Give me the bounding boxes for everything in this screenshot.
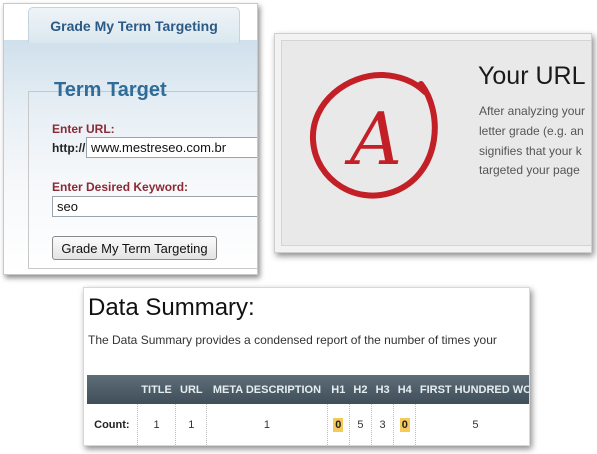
column-header: TITLE [137, 375, 176, 404]
url-prefix: http:// [52, 141, 86, 155]
keyword-label: Enter Desired Keyword: [52, 180, 189, 194]
data-summary-intro: The Data Summary provides a condensed re… [88, 333, 497, 347]
data-summary-panel: Data Summary: The Data Summary provides … [83, 287, 530, 446]
fieldset-legend: Term Target [54, 79, 167, 101]
url-grade-panel: A Your URL After analyzing your letter g… [274, 33, 592, 253]
column-header [87, 375, 138, 404]
url-label: Enter URL: [52, 122, 115, 136]
grade-desc-line: targeted your page [479, 163, 580, 177]
table-cell: 1 [137, 404, 177, 445]
table-cell: 0 [327, 404, 350, 445]
data-summary-table: TITLE URL META DESCRIPTION H1 H2 H3 H4 F… [87, 375, 529, 445]
keyword-input[interactable] [52, 196, 257, 217]
column-header: H4 [393, 375, 416, 404]
term-target-panel: Grade My Term Targeting Term Target Ente… [3, 3, 258, 275]
column-header: URL [175, 375, 207, 404]
grade-heading: Your URL [478, 62, 586, 90]
highlighted-count: 0 [399, 418, 410, 433]
column-header: H3 [371, 375, 394, 404]
table-cell: 0 [393, 404, 417, 445]
table-header-row: TITLE URL META DESCRIPTION H1 H2 H3 H4 F… [87, 375, 529, 404]
grade-a-circle-icon: A [309, 71, 438, 199]
column-header: H2 [349, 375, 372, 404]
tab-grade-term-targeting[interactable]: Grade My Term Targeting [28, 7, 240, 43]
table-cell: 5 [349, 404, 373, 445]
highlighted-count: 0 [333, 418, 344, 433]
row-label: Count: [87, 404, 138, 445]
url-input[interactable] [86, 137, 257, 158]
grade-term-targeting-button[interactable]: Grade My Term Targeting [52, 236, 217, 260]
column-header: FIRST HUNDRED WO [415, 375, 529, 404]
column-header: META DESCRIPTION [206, 375, 328, 404]
data-summary-title: Data Summary: [88, 294, 255, 321]
grade-letter: A [344, 97, 402, 181]
grade-desc-line: signifies that your k [479, 144, 582, 158]
table-cell: 1 [175, 404, 208, 445]
grade-desc-line: After analyzing your [479, 104, 586, 118]
table-cell: 5 [415, 404, 529, 445]
table-row: Count: 1 1 1 0 5 3 0 5 [87, 404, 529, 445]
table-cell: 3 [371, 404, 395, 445]
column-header: H1 [327, 375, 350, 404]
table-cell: 1 [206, 404, 328, 445]
grade-desc-line: letter grade (e.g. an [479, 124, 584, 138]
